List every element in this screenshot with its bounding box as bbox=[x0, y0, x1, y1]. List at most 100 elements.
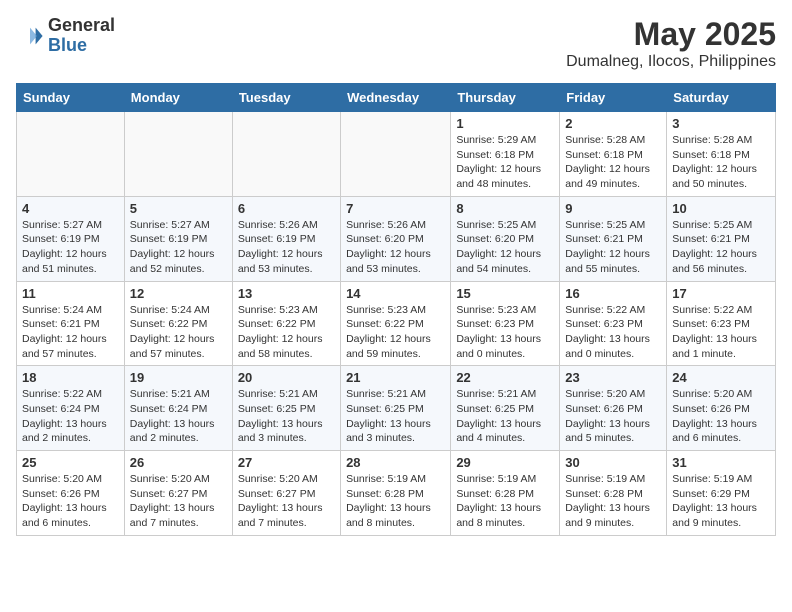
calendar-cell bbox=[124, 112, 232, 197]
calendar-cell: 19Sunrise: 5:21 AM Sunset: 6:24 PM Dayli… bbox=[124, 366, 232, 451]
calendar-cell: 22 Sunrise: 5:21 AM Sunset: 6:25 PM Dayli… bbox=[451, 366, 560, 451]
day-info: Sunrise: 5:23 AM Sunset: 6:22 PM Dayligh… bbox=[238, 303, 335, 362]
day-number: 15 bbox=[456, 286, 554, 301]
day-number: 27 bbox=[238, 455, 335, 470]
day-info: Sunrise: 5:22 AM Sunset: 6:23 PM Dayligh… bbox=[565, 303, 661, 362]
calendar-cell: 9 Sunrise: 5:25 AM Sunset: 6:21 PM Daylig… bbox=[560, 196, 667, 281]
day-number: 22 bbox=[456, 370, 554, 385]
day-info: Sunrise: 5:27 AM Sunset: 6:19 PM Dayligh… bbox=[130, 218, 227, 277]
day-info: Sunrise: 5:25 AM Sunset: 6:21 PM Dayligh… bbox=[565, 218, 661, 277]
calendar-cell bbox=[17, 112, 125, 197]
day-number: 7 bbox=[346, 201, 445, 216]
calendar-cell: 20 Sunrise: 5:21 AM Sunset: 6:25 PM Dayli… bbox=[232, 366, 340, 451]
calendar-cell: 4 Sunrise: 5:27 AM Sunset: 6:19 PM Daylig… bbox=[17, 196, 125, 281]
calendar-cell: 17Sunrise: 5:22 AM Sunset: 6:23 PM Dayli… bbox=[667, 281, 776, 366]
day-number: 30 bbox=[565, 455, 661, 470]
page-header: General Blue May 2025 Dumalneg, Ilocos, … bbox=[16, 16, 776, 71]
calendar-cell: 21 Sunrise: 5:21 AM Sunset: 6:25 PM Dayli… bbox=[341, 366, 451, 451]
calendar-week-row: 4 Sunrise: 5:27 AM Sunset: 6:19 PM Daylig… bbox=[17, 196, 776, 281]
day-info: Sunrise: 5:25 AM Sunset: 6:21 PM Dayligh… bbox=[672, 218, 770, 277]
day-number: 21 bbox=[346, 370, 445, 385]
calendar-header-monday: Monday bbox=[124, 84, 232, 112]
day-info: Sunrise: 5:24 AM Sunset: 6:21 PM Dayligh… bbox=[22, 303, 119, 362]
day-number: 26 bbox=[130, 455, 227, 470]
day-info: Sunrise: 5:21 AM Sunset: 6:25 PM Dayligh… bbox=[346, 387, 445, 446]
day-info: Sunrise: 5:19 AM Sunset: 6:29 PM Dayligh… bbox=[672, 472, 770, 531]
calendar-cell: 10 Sunrise: 5:25 AM Sunset: 6:21 PM Dayli… bbox=[667, 196, 776, 281]
day-number: 14 bbox=[346, 286, 445, 301]
calendar-cell: 14 Sunrise: 5:23 AM Sunset: 6:22 PM Dayli… bbox=[341, 281, 451, 366]
day-number: 20 bbox=[238, 370, 335, 385]
day-info: Sunrise: 5:22 AM Sunset: 6:24 PM Dayligh… bbox=[22, 387, 119, 446]
day-number: 18 bbox=[22, 370, 119, 385]
day-number: 13 bbox=[238, 286, 335, 301]
day-info: Sunrise: 5:23 AM Sunset: 6:23 PM Dayligh… bbox=[456, 303, 554, 362]
day-number: 1 bbox=[456, 116, 554, 131]
day-number: 3 bbox=[672, 116, 770, 131]
calendar-header-row: SundayMondayTuesdayWednesdayThursdayFrid… bbox=[17, 84, 776, 112]
day-info: Sunrise: 5:21 AM Sunset: 6:25 PM Dayligh… bbox=[456, 387, 554, 446]
day-number: 16 bbox=[565, 286, 661, 301]
logo: General Blue bbox=[16, 16, 115, 56]
day-info: Sunrise: 5:20 AM Sunset: 6:27 PM Dayligh… bbox=[130, 472, 227, 531]
logo-icon bbox=[16, 22, 44, 50]
calendar-cell: 29 Sunrise: 5:19 AM Sunset: 6:28 PM Dayli… bbox=[451, 451, 560, 536]
calendar-header-friday: Friday bbox=[560, 84, 667, 112]
day-number: 10 bbox=[672, 201, 770, 216]
calendar-cell bbox=[232, 112, 340, 197]
day-number: 4 bbox=[22, 201, 119, 216]
day-number: 11 bbox=[22, 286, 119, 301]
day-number: 24 bbox=[672, 370, 770, 385]
day-number: 17 bbox=[672, 286, 770, 301]
day-number: 12 bbox=[130, 286, 227, 301]
day-info: Sunrise: 5:21 AM Sunset: 6:24 PM Dayligh… bbox=[130, 387, 227, 446]
day-number: 2 bbox=[565, 116, 661, 131]
calendar-week-row: 1 Sunrise: 5:29 AM Sunset: 6:18 PM Daylig… bbox=[17, 112, 776, 197]
day-info: Sunrise: 5:27 AM Sunset: 6:19 PM Dayligh… bbox=[22, 218, 119, 277]
calendar-cell: 27 Sunrise: 5:20 AM Sunset: 6:27 PM Dayli… bbox=[232, 451, 340, 536]
calendar-header-sunday: Sunday bbox=[17, 84, 125, 112]
calendar-header-tuesday: Tuesday bbox=[232, 84, 340, 112]
calendar-cell: 8Sunrise: 5:25 AM Sunset: 6:20 PM Daylig… bbox=[451, 196, 560, 281]
logo-blue-text: Blue bbox=[48, 36, 115, 56]
day-number: 29 bbox=[456, 455, 554, 470]
calendar-cell: 11 Sunrise: 5:24 AM Sunset: 6:21 PM Dayli… bbox=[17, 281, 125, 366]
day-number: 8 bbox=[456, 201, 554, 216]
day-number: 5 bbox=[130, 201, 227, 216]
day-info: Sunrise: 5:20 AM Sunset: 6:26 PM Dayligh… bbox=[672, 387, 770, 446]
day-number: 28 bbox=[346, 455, 445, 470]
calendar-cell: 26 Sunrise: 5:20 AM Sunset: 6:27 PM Dayli… bbox=[124, 451, 232, 536]
day-number: 23 bbox=[565, 370, 661, 385]
calendar-cell: 5 Sunrise: 5:27 AM Sunset: 6:19 PM Daylig… bbox=[124, 196, 232, 281]
calendar-header-saturday: Saturday bbox=[667, 84, 776, 112]
calendar-cell: 30Sunrise: 5:19 AM Sunset: 6:28 PM Dayli… bbox=[560, 451, 667, 536]
title-block: May 2025 Dumalneg, Ilocos, Philippines bbox=[566, 16, 776, 71]
calendar-cell: 6Sunrise: 5:26 AM Sunset: 6:19 PM Daylig… bbox=[232, 196, 340, 281]
day-info: Sunrise: 5:20 AM Sunset: 6:26 PM Dayligh… bbox=[22, 472, 119, 531]
calendar-cell: 25 Sunrise: 5:20 AM Sunset: 6:26 PM Dayli… bbox=[17, 451, 125, 536]
calendar-cell: 16 Sunrise: 5:22 AM Sunset: 6:23 PM Dayli… bbox=[560, 281, 667, 366]
calendar-cell: 23 Sunrise: 5:20 AM Sunset: 6:26 PM Dayli… bbox=[560, 366, 667, 451]
day-info: Sunrise: 5:29 AM Sunset: 6:18 PM Dayligh… bbox=[456, 133, 554, 192]
day-info: Sunrise: 5:20 AM Sunset: 6:26 PM Dayligh… bbox=[565, 387, 661, 446]
calendar-cell: 31Sunrise: 5:19 AM Sunset: 6:29 PM Dayli… bbox=[667, 451, 776, 536]
day-info: Sunrise: 5:19 AM Sunset: 6:28 PM Dayligh… bbox=[346, 472, 445, 531]
day-info: Sunrise: 5:20 AM Sunset: 6:27 PM Dayligh… bbox=[238, 472, 335, 531]
day-info: Sunrise: 5:23 AM Sunset: 6:22 PM Dayligh… bbox=[346, 303, 445, 362]
day-info: Sunrise: 5:21 AM Sunset: 6:25 PM Dayligh… bbox=[238, 387, 335, 446]
calendar-cell: 1 Sunrise: 5:29 AM Sunset: 6:18 PM Daylig… bbox=[451, 112, 560, 197]
day-info: Sunrise: 5:19 AM Sunset: 6:28 PM Dayligh… bbox=[456, 472, 554, 531]
calendar-cell: 24 Sunrise: 5:20 AM Sunset: 6:26 PM Dayli… bbox=[667, 366, 776, 451]
calendar-table: SundayMondayTuesdayWednesdayThursdayFrid… bbox=[16, 83, 776, 536]
calendar-week-row: 18 Sunrise: 5:22 AM Sunset: 6:24 PM Dayli… bbox=[17, 366, 776, 451]
location-title: Dumalneg, Ilocos, Philippines bbox=[566, 53, 776, 71]
day-info: Sunrise: 5:28 AM Sunset: 6:18 PM Dayligh… bbox=[672, 133, 770, 192]
calendar-cell: 15 Sunrise: 5:23 AM Sunset: 6:23 PM Dayli… bbox=[451, 281, 560, 366]
day-number: 6 bbox=[238, 201, 335, 216]
calendar-cell: 7Sunrise: 5:26 AM Sunset: 6:20 PM Daylig… bbox=[341, 196, 451, 281]
day-number: 9 bbox=[565, 201, 661, 216]
calendar-cell: 13 Sunrise: 5:23 AM Sunset: 6:22 PM Dayli… bbox=[232, 281, 340, 366]
day-info: Sunrise: 5:24 AM Sunset: 6:22 PM Dayligh… bbox=[130, 303, 227, 362]
day-number: 25 bbox=[22, 455, 119, 470]
calendar-header-thursday: Thursday bbox=[451, 84, 560, 112]
